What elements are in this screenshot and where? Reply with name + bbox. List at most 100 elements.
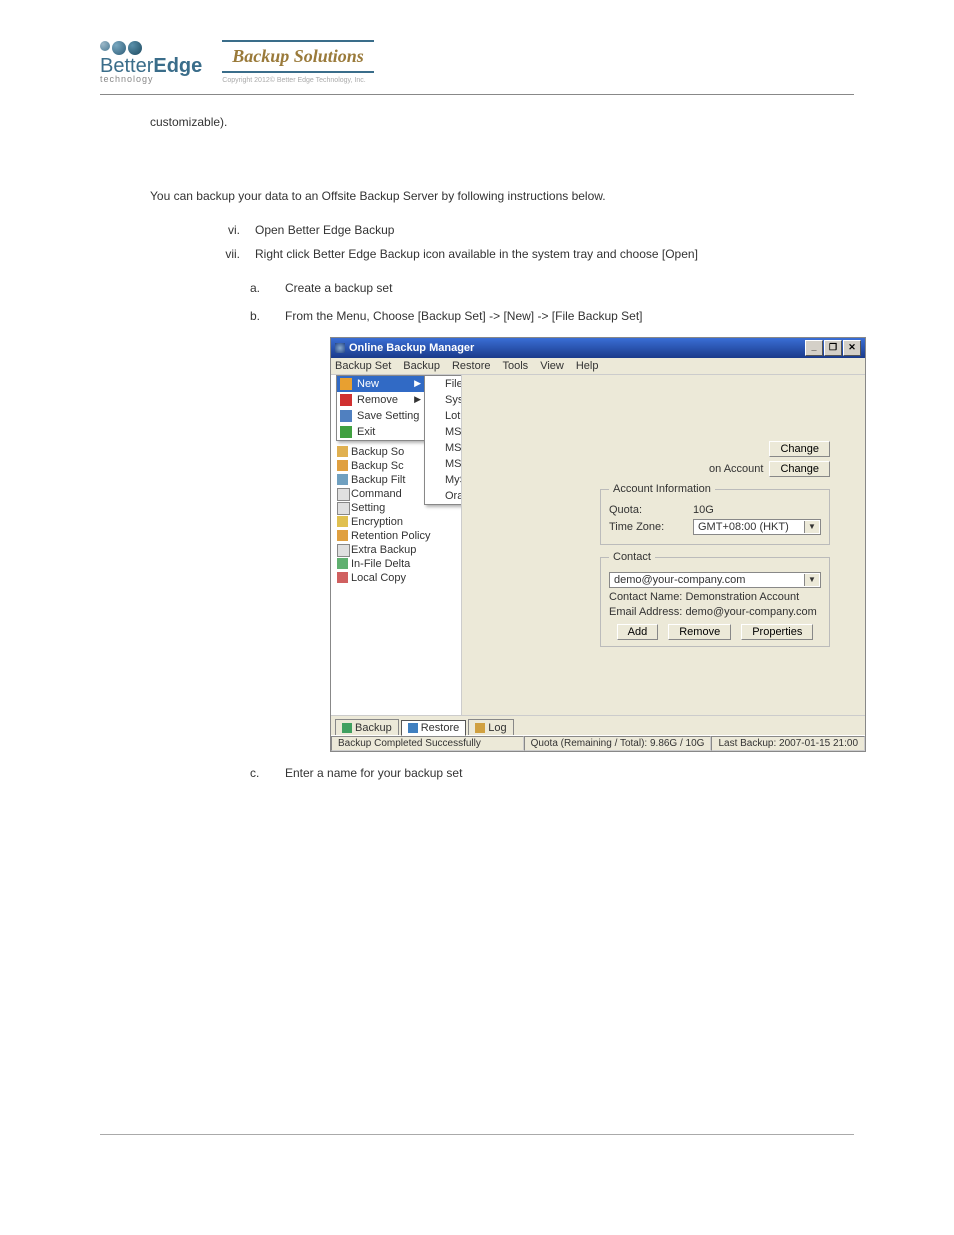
submenu-arrow-icon: ▶ (414, 394, 421, 405)
properties-button[interactable]: Properties (741, 624, 813, 640)
fieldset-legend: Account Information (609, 483, 715, 495)
tree-item[interactable]: Local Copy (335, 571, 461, 585)
on-account-label: on Account (709, 463, 763, 475)
minimize-button[interactable]: _ (805, 340, 823, 356)
remove-button[interactable]: Remove (668, 624, 731, 640)
alpha-list-cont: c.Enter a name for your backup set (150, 766, 854, 780)
timezone-label: Time Zone: (609, 521, 687, 533)
logo-ball-icon (100, 41, 110, 51)
menu-restore[interactable]: Restore (452, 360, 491, 372)
menubar: Backup Set Backup Restore Tools View Hel… (331, 358, 865, 375)
quota-value: 10G (693, 504, 714, 516)
submenu-system-state[interactable]: System State Backup Set (425, 392, 462, 408)
menu-item-new[interactable]: New ▶ (337, 376, 425, 392)
list-item: a.Create a backup set (250, 281, 854, 295)
change-button[interactable]: Change (769, 441, 830, 457)
menu-item-save-setting[interactable]: Save Setting (337, 408, 425, 424)
tree-item[interactable]: Extra Backup (335, 543, 461, 557)
page-header: BetterEdge technology Backup Solutions C… (100, 40, 854, 95)
right-panel: Change on Account Change Account Informat… (462, 375, 865, 715)
submenu-mysql[interactable]: MySQL Backup Set (425, 472, 462, 488)
contact-name-label: Contact Name: (609, 591, 682, 603)
tab-restore[interactable]: Restore (401, 720, 467, 736)
submenu-ms-sql[interactable]: MS SQL Server Backup Set (425, 456, 462, 472)
roman-list: vi.Open Better Edge Backup vii.Right cli… (150, 223, 854, 261)
email-value: demo@your-company.com (685, 606, 816, 618)
logo-text-edge: Edge (153, 55, 202, 77)
restore-tab-icon (408, 723, 418, 733)
logo-ball-icon (128, 41, 142, 55)
tree-item[interactable]: Retention Policy (335, 529, 461, 543)
delta-icon (337, 558, 348, 569)
contact-fieldset: Contact demo@your-company.com▼ Contact N… (600, 551, 830, 647)
submenu-file-backup-set[interactable]: File Backup Set (425, 376, 462, 392)
local-copy-icon (337, 572, 348, 583)
add-button[interactable]: Add (617, 624, 659, 640)
tree-item[interactable]: In-File Delta (335, 557, 461, 571)
tree-item[interactable]: Encryption (335, 515, 461, 529)
submenu-ms-exchange-mail[interactable]: MS Exchange Mail Level Backup Set (425, 440, 462, 456)
submenu-lotus[interactable]: Lotus Backup Set (425, 408, 462, 424)
logo-ball-icon (112, 41, 126, 55)
document-content: customizable). You can backup your data … (100, 115, 854, 780)
lock-icon (337, 516, 348, 527)
account-info-fieldset: Account Information Quota: 10G Time Zone:… (600, 483, 830, 545)
extra-icon (337, 544, 350, 557)
backup-solutions-block: Backup Solutions Copyright 2012© Better … (222, 40, 374, 84)
submenu-ms-exchange[interactable]: MS Exchange Backup Set (425, 424, 462, 440)
menu-tools[interactable]: Tools (503, 360, 529, 372)
paragraph: You can backup your data to an Offsite B… (150, 189, 854, 203)
menu-view[interactable]: View (540, 360, 564, 372)
status-bar: Backup Completed Successfully Quota (Rem… (331, 735, 865, 751)
new-icon (340, 378, 352, 390)
maximize-button[interactable]: ❐ (824, 340, 842, 356)
menu-backup-set[interactable]: Backup Set (335, 360, 391, 372)
betteredge-logo: BetterEdge technology (100, 41, 202, 83)
remove-icon (340, 394, 352, 406)
list-item: vi.Open Better Edge Backup (210, 223, 854, 237)
tab-backup[interactable]: Backup (335, 719, 399, 735)
timezone-select[interactable]: GMT+08:00 (HKT)▼ (693, 519, 821, 535)
setting-icon (337, 502, 350, 515)
save-icon (340, 410, 352, 422)
log-tab-icon (475, 723, 485, 733)
main-area: New ▶ Remove ▶ Save Setting (331, 375, 865, 715)
app-icon (335, 343, 345, 353)
status-message: Backup Completed Successfully (331, 736, 524, 751)
retention-icon (337, 530, 348, 541)
email-label: Email Address: (609, 606, 682, 618)
app-window: Online Backup Manager _ ❐ ✕ Backup Set B… (330, 337, 866, 752)
backup-solutions-label: Backup Solutions (222, 40, 374, 73)
menu-item-remove[interactable]: Remove ▶ (337, 392, 425, 408)
contact-select[interactable]: demo@your-company.com▼ (609, 572, 821, 588)
alpha-list: a.Create a backup set b.From the Menu, C… (150, 281, 854, 323)
tree-panel: New ▶ Remove ▶ Save Setting (331, 375, 462, 715)
menu-backup[interactable]: Backup (403, 360, 440, 372)
quota-label: Quota: (609, 504, 687, 516)
list-item: b.From the Menu, Choose [Backup Set] -> … (250, 309, 854, 323)
menu-help[interactable]: Help (576, 360, 599, 372)
window-title: Online Backup Manager (349, 342, 474, 354)
backup-tab-icon (342, 723, 352, 733)
list-item: vii.Right click Better Edge Backup icon … (210, 247, 854, 261)
menu-item-exit[interactable]: Exit (337, 424, 425, 440)
footer-rule (100, 1134, 854, 1135)
submenu-arrow-icon: ▶ (414, 378, 421, 389)
close-button[interactable]: ✕ (843, 340, 861, 356)
copyright-text: Copyright 2012© Better Edge Technology, … (222, 77, 374, 84)
exit-icon (340, 426, 352, 438)
filter-icon (337, 474, 348, 485)
tab-log[interactable]: Log (468, 719, 513, 735)
change-button[interactable]: Change (769, 461, 830, 477)
command-icon (337, 488, 350, 501)
dropdown-arrow-icon: ▼ (804, 521, 819, 533)
titlebar: Online Backup Manager _ ❐ ✕ (331, 338, 865, 358)
submenu-oracle[interactable]: Oracle Database Backup Set (425, 488, 462, 504)
list-item: c.Enter a name for your backup set (250, 766, 854, 780)
backup-set-dropdown: New ▶ Remove ▶ Save Setting (336, 375, 426, 441)
fieldset-legend: Contact (609, 551, 655, 563)
paragraph: customizable). (150, 115, 854, 129)
schedule-icon (337, 460, 348, 471)
status-quota: Quota (Remaining / Total): 9.86G / 10G (524, 736, 712, 751)
float-panel: Change on Account Change Account Informat… (600, 437, 830, 653)
